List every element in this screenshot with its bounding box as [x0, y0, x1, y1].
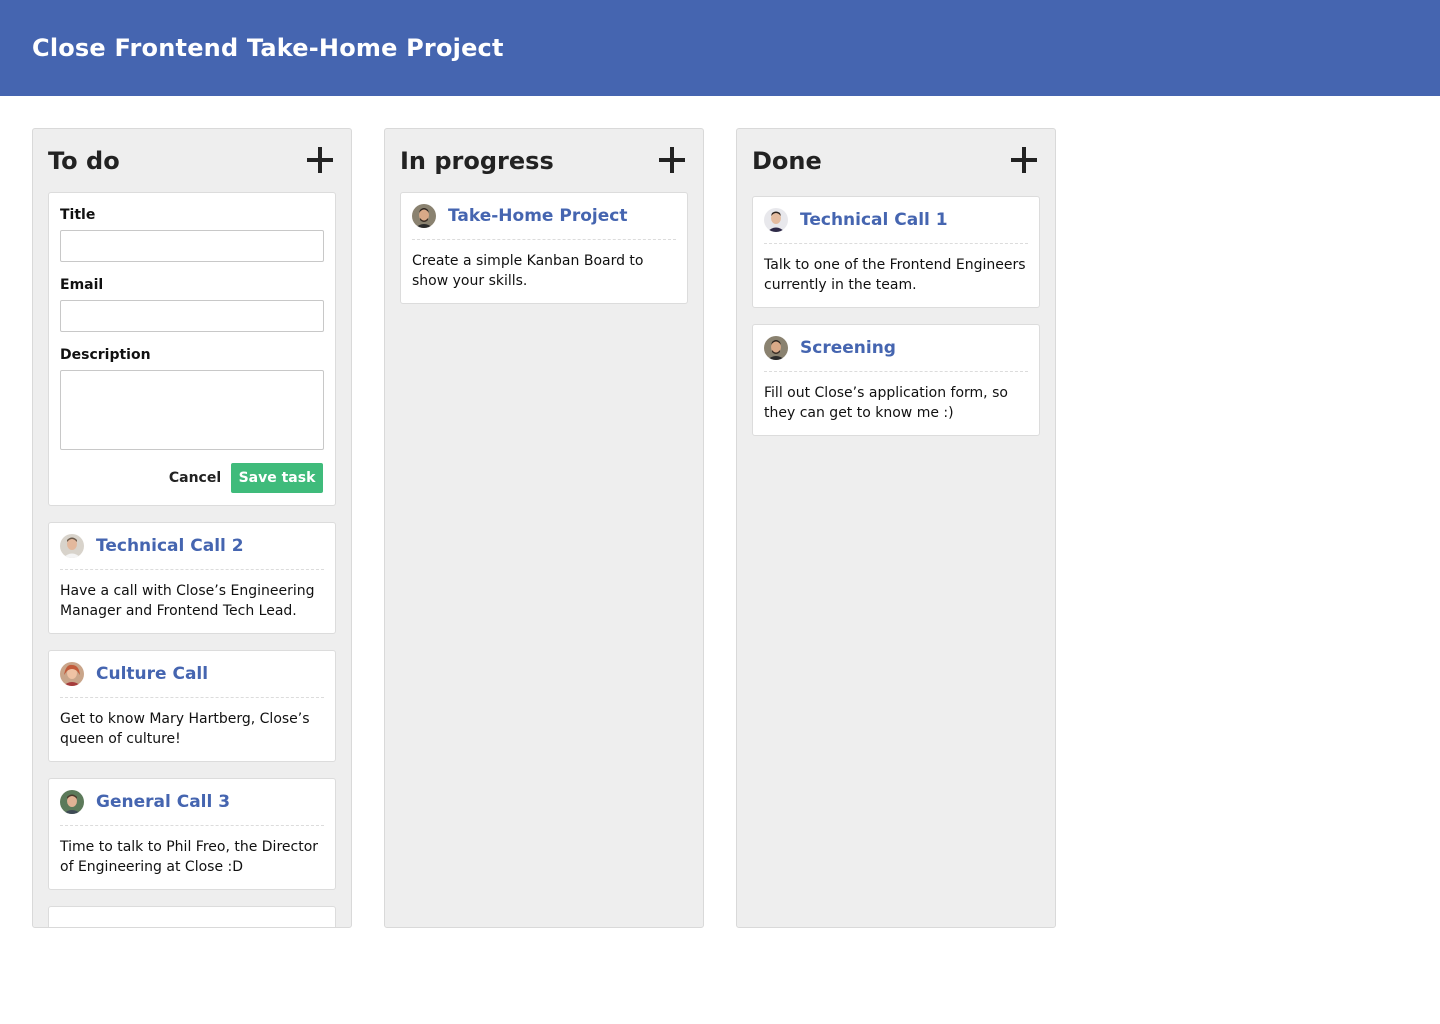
- task-card[interactable]: General Call 3 Time to talk to Phil Freo…: [48, 778, 336, 890]
- task-card[interactable]: Culture Call Get to know Mary Hartberg, …: [48, 650, 336, 762]
- card-title[interactable]: General Call 3: [96, 791, 230, 813]
- task-card[interactable]: Technical Call 2 Have a call with Close’…: [48, 522, 336, 634]
- avatar-icon: [412, 204, 436, 228]
- add-task-button[interactable]: [307, 147, 333, 173]
- card-header: Culture Call: [60, 662, 324, 698]
- card-header: Technical Call 1: [764, 208, 1028, 244]
- task-card[interactable]: Take-Home Project Create a simple Kanban…: [400, 192, 688, 304]
- task-card[interactable]: Screening Fill out Close’s application f…: [752, 324, 1040, 436]
- email-label: Email: [60, 277, 104, 293]
- description-label: Description: [60, 347, 151, 363]
- card-description: Time to talk to Phil Freo, the Director …: [60, 839, 319, 875]
- app-header: Close Frontend Take-Home Project: [0, 0, 1440, 96]
- new-task-form: Title Email Description Cancel Save task: [48, 192, 336, 506]
- card-title[interactable]: Take-Home Project: [448, 205, 627, 227]
- avatar-icon: [60, 790, 84, 814]
- card-description: Create a simple Kanban Board to show you…: [412, 253, 644, 289]
- title-input[interactable]: [60, 230, 324, 262]
- column-title: In progress: [400, 147, 554, 175]
- avatar-icon: [60, 534, 84, 558]
- save-task-button[interactable]: Save task: [231, 463, 323, 493]
- card-description: Fill out Close’s application form, so th…: [764, 385, 1008, 421]
- add-task-button[interactable]: [659, 147, 685, 173]
- app-title: Close Frontend Take-Home Project: [32, 34, 504, 62]
- column-todo: To do Title Email Description Cancel Sav…: [32, 128, 352, 928]
- card-title[interactable]: Culture Call: [96, 663, 208, 685]
- cancel-button[interactable]: Cancel: [165, 463, 225, 493]
- column-done: Done Technical Call 1 Talk to one of the…: [736, 128, 1056, 928]
- card-title[interactable]: Technical Call 1: [800, 209, 948, 231]
- avatar-icon: [60, 662, 84, 686]
- card-description: Talk to one of the Frontend Engineers cu…: [764, 257, 1026, 293]
- card-description: Have a call with Close’s Engineering Man…: [60, 583, 315, 619]
- card-header: Take-Home Project: [412, 204, 676, 240]
- column-title: To do: [48, 147, 120, 175]
- avatar-icon: [764, 208, 788, 232]
- card-title[interactable]: Screening: [800, 337, 896, 359]
- task-card[interactable]: Technical Call 1 Talk to one of the Fron…: [752, 196, 1040, 308]
- card-header: General Call 3: [60, 790, 324, 826]
- avatar-icon: [764, 336, 788, 360]
- description-textarea[interactable]: [60, 370, 324, 450]
- task-card[interactable]: [48, 906, 336, 927]
- column-title: Done: [752, 147, 822, 175]
- add-task-button[interactable]: [1011, 147, 1037, 173]
- card-description: Get to know Mary Hartberg, Close’s queen…: [60, 711, 310, 747]
- card-header: Technical Call 2: [60, 534, 324, 570]
- card-header: Screening: [764, 336, 1028, 372]
- column-in-progress: In progress Take-Home Project Create a s…: [384, 128, 704, 928]
- card-title[interactable]: Technical Call 2: [96, 535, 244, 557]
- title-label: Title: [60, 207, 96, 223]
- email-input[interactable]: [60, 300, 324, 332]
